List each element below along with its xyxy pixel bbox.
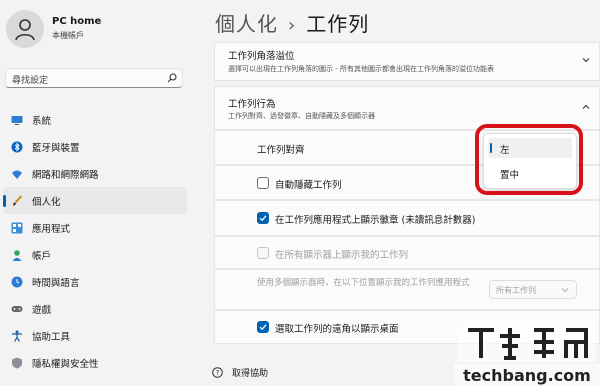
far-corner-checkbox[interactable] <box>257 321 269 333</box>
apps-icon <box>11 222 23 234</box>
sidebar-item-label: 系統 <box>32 115 52 127</box>
all-displays-checkbox <box>257 247 269 259</box>
sidebar-item-bluetooth[interactable]: 藍牙與裝置 <box>3 133 187 160</box>
sidebar-item-accessibility[interactable]: 協助工具 <box>3 322 187 349</box>
far-corner-label: 選取工作列的遠角以顯示桌面 <box>275 324 399 335</box>
sidebar-item-privacy-security[interactable]: 隱私權與安全性 <box>3 349 187 376</box>
multi-display-label: 使用多個顯示器時，在以下位置顯示我的工作列應用程式 <box>257 278 470 288</box>
alignment-label: 工作列對齊 <box>257 145 305 156</box>
brush-icon <box>11 194 23 207</box>
help-label: 取得協助 <box>232 369 269 379</box>
badges-label: 在工作列應用程式上顯示徽章 (未讀訊息計數器) <box>275 215 476 226</box>
badges-checkbox[interactable] <box>257 212 269 224</box>
sidebar-item-label: 個人化 <box>32 196 61 208</box>
watermark-logo: techbang.com <box>454 322 600 386</box>
sidebar-item-system[interactable]: 系統 <box>3 106 187 133</box>
sidebar-item-label: 協助工具 <box>32 331 71 343</box>
sidebar-item-label: 應用程式 <box>32 223 71 235</box>
gamepad-icon <box>11 303 23 315</box>
taskbar-overflow-card[interactable]: 工作列角落溢位 選擇可以出現在工作列角落的圖示 - 所有其他圖示都會出現在工作列… <box>214 42 600 81</box>
sidebar-item-label: 遊戲 <box>32 304 52 316</box>
page-title: 個人化 › 工作列 <box>215 8 369 37</box>
person-icon <box>11 249 23 261</box>
user-account-type: 本機帳戶 <box>52 31 84 40</box>
card-title: 工作列行為 <box>228 99 276 110</box>
sidebar-item-gaming[interactable]: 遊戲 <box>3 295 187 322</box>
sidebar-item-accounts[interactable]: 帳戶 <box>3 241 187 268</box>
chevron-down-icon <box>561 288 569 293</box>
accessibility-icon <box>11 330 23 342</box>
multi-display-select: 所有工作列 <box>489 280 577 299</box>
all-displays-row: 在所有顯示器上顯示我的工作列 <box>214 236 600 269</box>
help-icon: ? <box>212 366 223 378</box>
nav-list: 系統 藍牙與裝置 網路和網際網路 個人化 應用程式 帳戶 時間與語言 遊戲 協助… <box>3 106 187 376</box>
card-title: 工作列角落溢位 <box>228 51 295 62</box>
auto-hide-checkbox[interactable] <box>257 177 269 189</box>
avatar[interactable] <box>6 10 44 48</box>
search-icon[interactable] <box>167 73 177 83</box>
chevron-up-icon[interactable] <box>581 102 591 112</box>
search-input[interactable]: 尋找設定 <box>12 73 48 86</box>
sidebar-item-network[interactable]: 網路和網際網路 <box>3 160 187 187</box>
multi-display-value: 所有工作列 <box>496 286 536 295</box>
globe-clock-icon <box>11 276 23 288</box>
sidebar: PC home 本機帳戶 尋找設定 系統 藍牙與裝置 網路和網際網路 個人化 應… <box>0 0 196 386</box>
help-link[interactable]: ? 取得協助 <box>212 366 268 379</box>
shield-icon <box>11 357 23 369</box>
card-subtitle: 選擇可以出現在工作列角落的圖示 - 所有其他圖示都會出現在工作列角落的溢位功能表 <box>228 65 494 73</box>
breadcrumb-current: 工作列 <box>306 12 370 36</box>
sidebar-item-label: 網路和網際網路 <box>32 169 99 181</box>
auto-hide-label: 自動隱藏工作列 <box>275 180 342 191</box>
sidebar-item-label: 藍牙與裝置 <box>32 142 80 154</box>
bluetooth-icon <box>11 141 23 153</box>
sidebar-item-label: 時間與語言 <box>32 277 80 289</box>
search-box[interactable]: 尋找設定 <box>5 68 183 88</box>
user-icon <box>15 19 35 41</box>
sidebar-item-time-language[interactable]: 時間與語言 <box>3 268 187 295</box>
sidebar-item-apps[interactable]: 應用程式 <box>3 214 187 241</box>
watermark-text: techbang.com <box>463 366 591 385</box>
user-name: PC home <box>52 16 102 27</box>
card-subtitle: 工作列對齊、過發徽章、自動隱藏及多個顯示器 <box>228 112 375 120</box>
breadcrumb-separator: › <box>288 15 297 36</box>
badges-row: 在工作列應用程式上顯示徽章 (未讀訊息計數器) <box>214 200 600 236</box>
sidebar-item-label: 帳戶 <box>32 250 52 262</box>
svg-text:?: ? <box>216 369 220 377</box>
monitor-icon <box>11 114 23 126</box>
sidebar-item-label: 隱私權與安全性 <box>32 358 99 370</box>
wifi-icon <box>11 168 23 180</box>
breadcrumb-parent[interactable]: 個人化 <box>215 12 278 36</box>
sidebar-item-personalization[interactable]: 個人化 <box>3 187 187 214</box>
all-displays-label: 在所有顯示器上顯示我的工作列 <box>275 250 409 261</box>
chevron-down-icon[interactable] <box>581 55 591 65</box>
highlight-ring <box>475 124 583 195</box>
